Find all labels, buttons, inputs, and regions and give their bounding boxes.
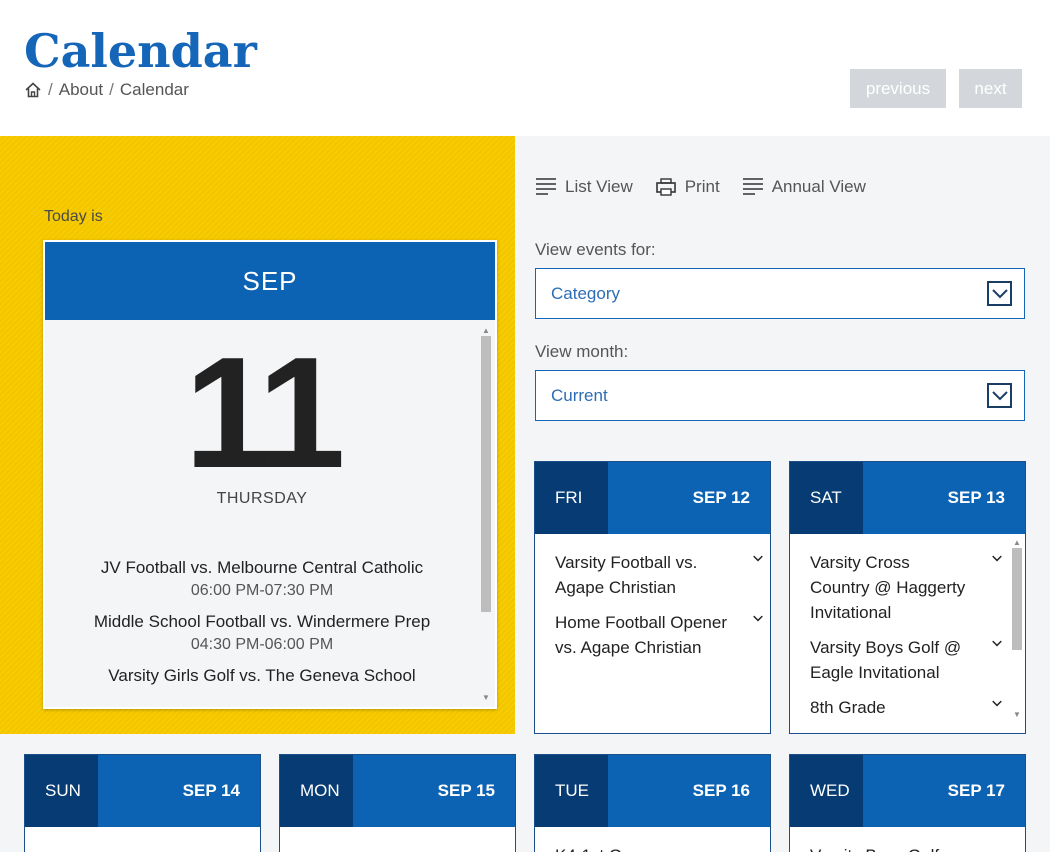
month-select-value: Current (551, 385, 608, 405)
month-select[interactable]: Current (535, 370, 1025, 421)
printer-icon (655, 178, 676, 196)
day-event[interactable]: Varsity Football vs. Agape Christian (555, 550, 770, 600)
chevron-down-icon[interactable] (985, 635, 1009, 649)
chevron-down-icon[interactable] (746, 610, 770, 624)
day-date: SEP 12 (692, 488, 750, 507)
day-event[interactable]: K4-1st Gr (555, 843, 770, 852)
today-weekday: THURSDAY (216, 490, 308, 507)
event-title[interactable]: Middle School Football vs. Windermere Pr… (45, 612, 479, 632)
event-title[interactable]: Home Football Opener vs. Agape Christian (555, 610, 727, 660)
day-card-wed[interactable]: WED SEP 17 Varsity Boys Golf (789, 754, 1026, 852)
day-date: SEP 14 (182, 781, 240, 800)
day-events: K4-1st Gr (535, 827, 770, 852)
today-label: Today is (44, 208, 103, 225)
event-time: 06:00 PM-07:30 PM (190, 582, 334, 599)
annual-view-label[interactable]: Annual View (772, 177, 866, 197)
previous-button[interactable]: previous (850, 69, 946, 108)
chevron-down-icon[interactable] (985, 695, 1009, 709)
next-button[interactable]: next (959, 69, 1022, 108)
annual-view-link[interactable]: Annual View (742, 177, 866, 197)
event-title[interactable]: Varsity Cross Country @ Haggerty Invitat… (810, 550, 972, 625)
day-date: SEP 15 (437, 781, 495, 800)
home-icon[interactable] (24, 81, 42, 99)
breadcrumb: / About / Calendar (24, 80, 189, 100)
day-header: SAT SEP 13 (790, 462, 1025, 534)
today-events-list: JV Football vs. Melbourne Central Cathol… (45, 558, 479, 698)
breadcrumb-separator: / (109, 80, 114, 99)
today-event[interactable]: Varsity Girls Golf vs. The Geneva School (45, 666, 479, 686)
event-title[interactable]: Varsity Boys Golf @ Eagle Invitational (810, 635, 972, 685)
day-event[interactable]: 8th Grade (810, 695, 1009, 720)
scroll-thumb[interactable] (1012, 548, 1022, 650)
day-event[interactable]: Home Football Opener vs. Agape Christian (555, 610, 770, 660)
chevron-down-icon[interactable] (987, 281, 1012, 306)
day-events: Varsity Cross Country @ Haggerty Invitat… (790, 534, 1025, 720)
breadcrumb-about[interactable]: About (59, 80, 103, 100)
day-event[interactable]: Varsity Boys Golf @ Eagle Invitational (810, 635, 1009, 685)
category-select[interactable]: Category (535, 268, 1025, 319)
list-icon (536, 178, 556, 195)
day-header: FRI SEP 12 (535, 462, 770, 534)
day-events: Varsity Football vs. Agape Christian Hom… (535, 534, 770, 660)
print-link[interactable]: Print (655, 177, 720, 197)
event-title[interactable]: Varsity Girls Golf vs. The Geneva School (45, 666, 479, 686)
today-event[interactable]: JV Football vs. Melbourne Central Cathol… (45, 558, 479, 600)
day-date: SEP 17 (947, 781, 1005, 800)
event-title[interactable]: Varsity Boys Golf (810, 843, 982, 852)
day-of-week: WED (790, 755, 863, 827)
day-event[interactable]: Varsity Cross Country @ Haggerty Invitat… (810, 550, 1009, 625)
day-header: WED SEP 17 (790, 755, 1025, 827)
today-month: SEP (45, 242, 495, 320)
day-card-fri[interactable]: FRI SEP 12 Varsity Football vs. Agape Ch… (534, 461, 771, 734)
event-title[interactable]: 8th Grade (810, 695, 972, 720)
print-label[interactable]: Print (685, 177, 720, 197)
day-date: SEP 16 (692, 781, 750, 800)
scroll-up-arrow-icon[interactable]: ▲ (1011, 538, 1023, 548)
day-header: MON SEP 15 (280, 755, 515, 827)
day-header: SUN SEP 14 (25, 755, 260, 827)
today-day-number: 11 (184, 325, 345, 501)
day-date: SEP 13 (947, 488, 1005, 507)
today-scrollbar[interactable]: ▲ ▼ (480, 326, 492, 703)
scroll-thumb[interactable] (481, 336, 491, 612)
day-card-mon[interactable]: MON SEP 15 (279, 754, 516, 852)
today-event[interactable]: Middle School Football vs. Windermere Pr… (45, 612, 479, 654)
day-of-week: SUN (25, 755, 98, 827)
day-scrollbar[interactable]: ▲ ▼ (1011, 538, 1023, 720)
annual-list-icon (742, 178, 763, 195)
chevron-down-icon[interactable] (746, 550, 770, 564)
scroll-down-arrow-icon[interactable]: ▼ (1011, 710, 1023, 720)
day-of-week: MON (280, 755, 353, 827)
view-month-label: View month: (535, 342, 629, 361)
breadcrumb-separator: / (48, 80, 53, 99)
event-time: 04:30 PM-06:00 PM (190, 636, 334, 653)
day-of-week: TUE (535, 755, 608, 827)
day-header: TUE SEP 16 (535, 755, 770, 827)
view-links: List View Print Annual View (535, 177, 866, 197)
today-panel: Today is SEP 11 THURSDAY JV Football vs.… (0, 136, 515, 734)
day-card-sat[interactable]: SAT SEP 13 Varsity Cross Country @ Hagge… (789, 461, 1026, 734)
view-events-label: View events for: (535, 240, 656, 259)
day-of-week: FRI (535, 462, 608, 534)
scroll-up-arrow-icon[interactable]: ▲ (480, 326, 492, 336)
day-card-sun[interactable]: SUN SEP 14 (24, 754, 261, 852)
today-body: 11 THURSDAY JV Football vs. Melbourne Ce… (45, 320, 495, 707)
list-view-link[interactable]: List View (535, 177, 633, 197)
breadcrumb-calendar: Calendar (119, 80, 189, 99)
day-of-week: SAT (790, 462, 863, 534)
day-card-tue[interactable]: TUE SEP 16 K4-1st Gr (534, 754, 771, 852)
chevron-down-icon[interactable] (987, 383, 1012, 408)
page-title: Calendar (24, 24, 257, 78)
event-title[interactable]: K4-1st Gr (555, 843, 727, 852)
today-card: SEP 11 THURSDAY JV Football vs. Melbourn… (43, 240, 497, 709)
chevron-down-icon[interactable] (985, 550, 1009, 564)
scroll-down-arrow-icon[interactable]: ▼ (480, 693, 492, 703)
event-title[interactable]: JV Football vs. Melbourne Central Cathol… (45, 558, 479, 578)
day-event[interactable]: Varsity Boys Golf (810, 843, 1025, 852)
event-title[interactable]: Varsity Football vs. Agape Christian (555, 550, 727, 600)
category-select-value: Category (551, 283, 620, 303)
day-events: Varsity Boys Golf (790, 827, 1025, 852)
list-view-label[interactable]: List View (565, 177, 633, 197)
